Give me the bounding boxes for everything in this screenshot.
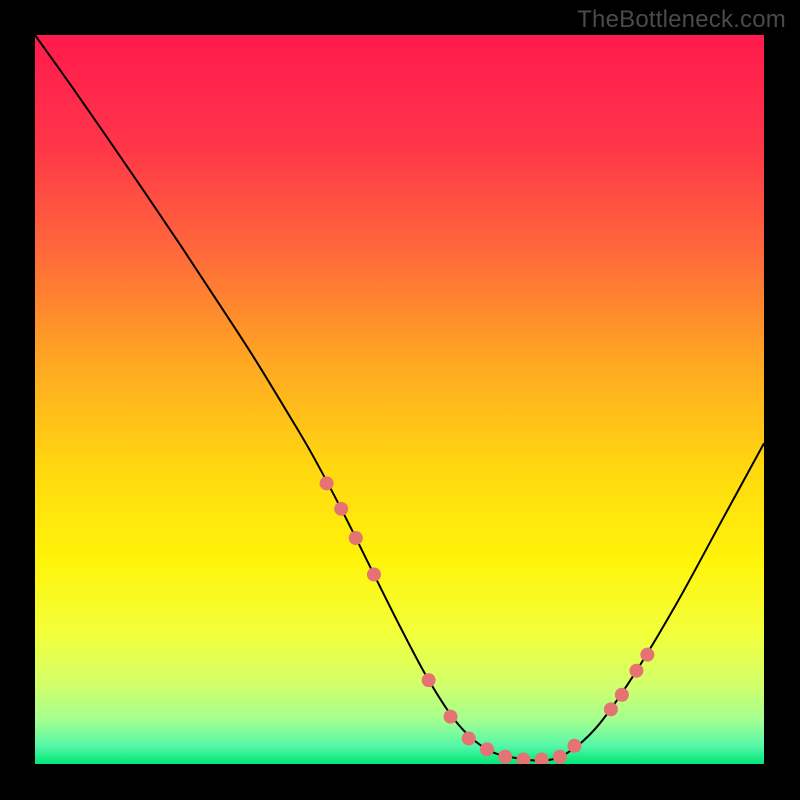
bottleneck-chart [35,35,764,764]
highlight-marker [615,688,629,702]
highlight-marker [444,710,458,724]
highlight-marker [480,742,494,756]
highlight-marker [567,739,581,753]
highlight-marker [498,750,512,764]
highlight-marker [349,531,363,545]
highlight-marker [640,648,654,662]
highlight-marker [553,750,567,764]
chart-svg [35,35,764,764]
highlight-marker [334,502,348,516]
highlight-marker [320,476,334,490]
watermark-label: TheBottleneck.com [577,6,786,34]
highlight-marker [367,567,381,581]
highlight-marker [629,664,643,678]
highlight-marker [462,731,476,745]
highlight-marker [604,702,618,716]
gradient-background [35,35,764,764]
highlight-marker [422,673,436,687]
